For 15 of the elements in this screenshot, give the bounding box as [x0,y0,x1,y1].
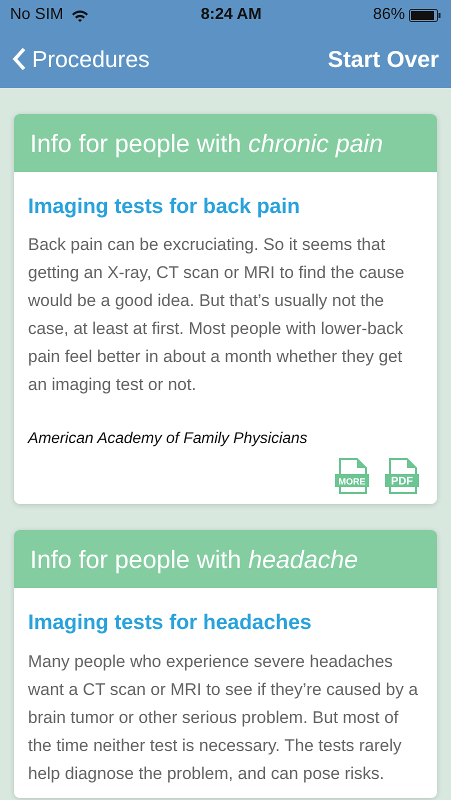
card-header: Info for people with headache [14,530,437,588]
article-title[interactable]: Imaging tests for back pain [28,194,423,220]
card-header: Info for people with chronic pain [14,114,437,172]
wifi-icon [71,8,90,22]
chevron-left-icon [12,47,26,71]
battery-icon [408,8,441,22]
clock-label: 8:24 AM [200,5,262,25]
source-label: American Academy of Family Physicians [28,429,308,450]
article-summary: Many people who experience severe headaches want a CT scan or MRI to see if they’re caused by a brain tumor or other serious problem. But most of the time neither test is necessary. The tests rarely help diagnose the problem, and can pose risks. [28,650,419,785]
start-over-button[interactable]: Start Over [328,42,439,76]
carrier-label: No SIM [10,5,64,25]
article-summary: Back pain can be excruciating. So it seems that getting an X-ray, CT scan or MRI to find the cause would be a good idea. But that’s usually not the case, at least at first. Most people with lower-back pain feel better in about a month whether they get an imaging test or not. [28,234,406,396]
article-title[interactable]: Imaging tests for headaches [28,610,423,636]
battery-label: 86% [372,5,405,25]
back-button[interactable]: Procedures [12,42,150,76]
